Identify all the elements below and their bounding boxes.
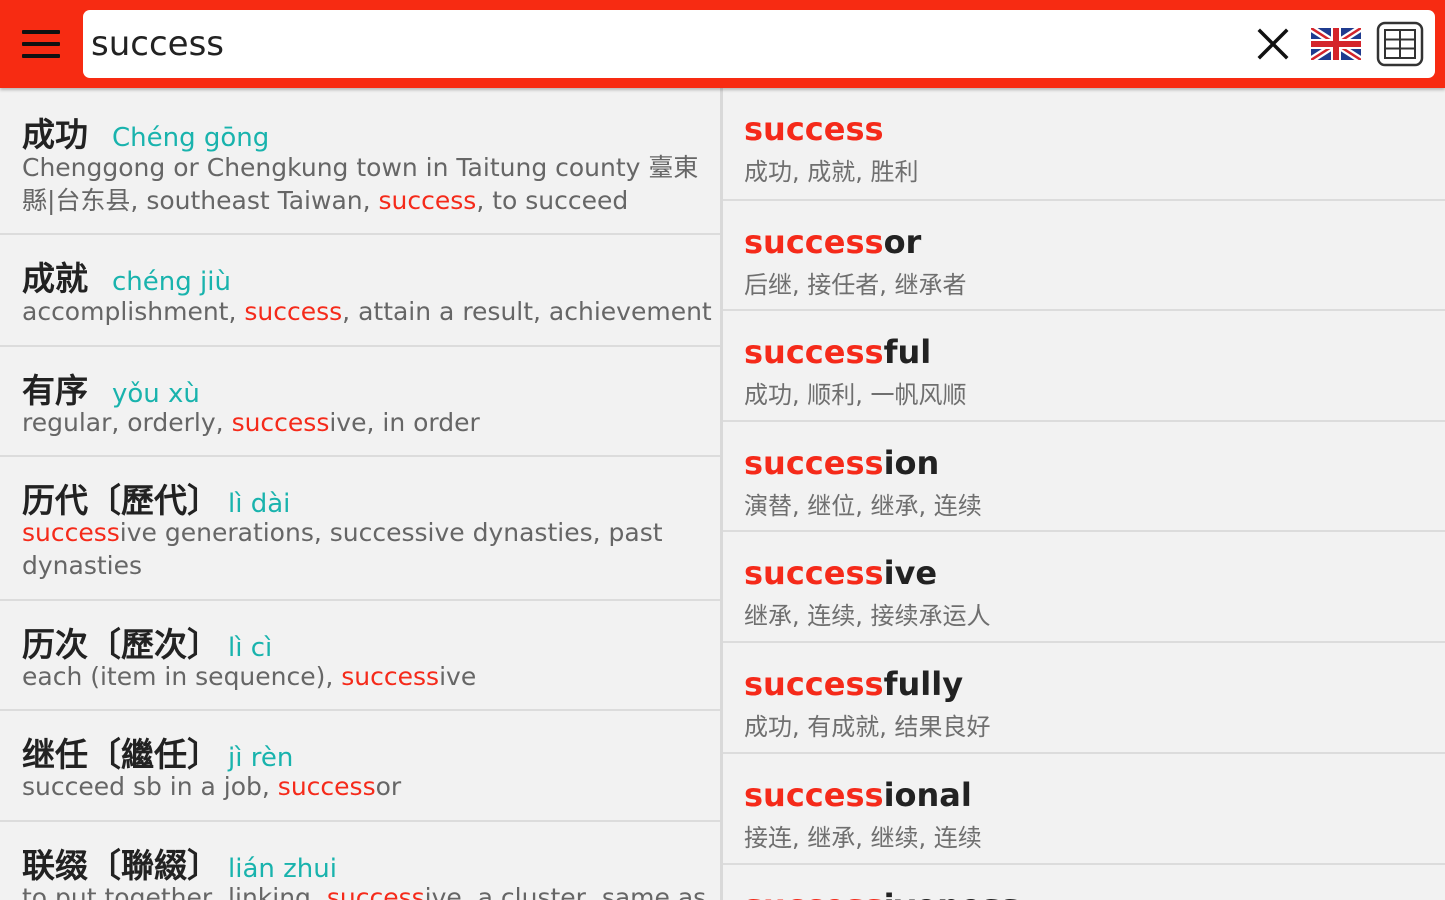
list-item[interactable]: successful 成功, 顺利, 一帆风顺 <box>723 311 1445 422</box>
view-toggle-button[interactable] <box>1375 20 1425 68</box>
close-icon <box>1257 28 1289 60</box>
english-word: successfully <box>744 665 964 703</box>
definition: accomplishment, success, attain a result… <box>22 297 712 326</box>
chinese-results-list[interactable]: 成功 Chéng gōng Chenggong or Chengkung town… <box>0 88 720 900</box>
english-word: successional <box>744 776 972 814</box>
chinese-translation: 继承, 连续, 接续承运人 <box>744 602 991 630</box>
definition: successive generations, successive dynas… <box>22 518 663 580</box>
chinese-translation: 成功, 顺利, 一帆风顺 <box>744 381 967 409</box>
hanzi-headword: 历次〔歷次〕 <box>22 625 220 664</box>
uk-flag-icon <box>1309 25 1363 63</box>
hanzi-headword: 成就 <box>22 259 88 298</box>
pinyin: lì cì <box>228 633 273 663</box>
chinese-translation: 接连, 继承, 继续, 连续 <box>744 824 982 852</box>
list-item[interactable]: 历代〔歷代〕 lì dài successive generations, suc… <box>0 457 720 601</box>
definition: succeed sb in a job, successor <box>22 772 402 801</box>
english-word: successful <box>744 333 932 371</box>
language-button[interactable] <box>1309 25 1363 63</box>
list-item[interactable]: 有序 yǒu xù regular, orderly, successive, i… <box>0 347 720 457</box>
hanzi-headword: 成功 <box>22 115 88 154</box>
top-toolbar <box>0 0 1445 88</box>
pinyin: jì rèn <box>228 743 294 773</box>
hanzi-headword: 联缀〔聯綴〕 <box>22 846 220 885</box>
english-word: succession <box>744 444 940 482</box>
list-item[interactable]: successive 继承, 连续, 接续承运人 <box>723 532 1445 643</box>
definition: regular, orderly, successive, in order <box>22 408 480 437</box>
english-results-list[interactable]: success 成功, 成就, 胜利 successor 后继, 接任者, 继承… <box>723 88 1445 900</box>
search-box <box>83 10 1435 78</box>
english-word: successive <box>744 554 938 592</box>
chinese-translation: 演替, 继位, 继承, 连续 <box>744 492 982 520</box>
hamburger-icon <box>22 30 60 34</box>
english-word: successiveness <box>744 887 1020 900</box>
chinese-translation: 成功, 成就, 胜利 <box>744 158 919 186</box>
pinyin: Chéng gōng <box>112 123 270 153</box>
list-item[interactable]: successfully 成功, 有成就, 结果良好 <box>723 643 1445 754</box>
english-word: success <box>744 110 884 148</box>
list-item[interactable]: successiveness <box>723 865 1445 900</box>
definition: to put together, linking, successive, a … <box>22 883 707 900</box>
hanzi-headword: 继任〔繼任〕 <box>22 735 220 774</box>
english-word: successor <box>744 223 922 261</box>
list-item[interactable]: successional 接连, 继承, 继续, 连续 <box>723 754 1445 865</box>
chinese-translation: 成功, 有成就, 结果良好 <box>744 713 991 741</box>
hanzi-headword: 有序 <box>22 371 88 410</box>
list-item[interactable]: 历次〔歷次〕 lì cì each (item in sequence), suc… <box>0 601 720 711</box>
list-item[interactable]: 联缀〔聯綴〕 lián zhui to put together, linking… <box>0 822 720 900</box>
definition: Chenggong or Chengkung town in Taitung c… <box>22 153 699 215</box>
grid-icon <box>1376 21 1424 67</box>
definition: each (item in sequence), successive <box>22 662 477 691</box>
pinyin: yǒu xù <box>112 379 200 409</box>
list-item[interactable]: successor 后继, 接任者, 继承者 <box>723 201 1445 311</box>
pinyin: lì dài <box>228 489 291 519</box>
search-input[interactable] <box>91 18 1231 70</box>
list-item[interactable]: 继任〔繼任〕 jì rèn succeed sb in a job, succes… <box>0 711 720 822</box>
list-item[interactable]: 成就 chéng jiù accomplishment, success, att… <box>0 235 720 347</box>
chinese-translation: 后继, 接任者, 继承者 <box>744 271 967 299</box>
pinyin: lián zhui <box>228 854 337 884</box>
list-item[interactable]: succession 演替, 继位, 继承, 连续 <box>723 422 1445 532</box>
list-item[interactable]: success 成功, 成就, 胜利 <box>723 88 1445 201</box>
list-item[interactable]: 成功 Chéng gōng Chenggong or Chengkung town… <box>0 88 720 235</box>
clear-search-button[interactable] <box>1253 24 1293 64</box>
hanzi-headword: 历代〔歷代〕 <box>22 481 220 520</box>
pinyin: chéng jiù <box>112 267 231 297</box>
menu-button[interactable] <box>22 30 62 60</box>
